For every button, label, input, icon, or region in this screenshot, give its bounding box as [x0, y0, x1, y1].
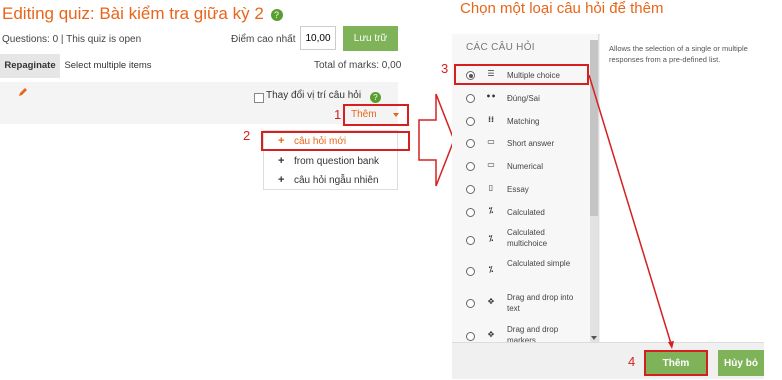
right-arrow-icon [418, 93, 455, 187]
input-box-icon: ▭ [487, 160, 495, 169]
step-number: 1 [334, 107, 342, 122]
menu-item-from-bank[interactable]: from question bank [294, 156, 379, 167]
calc-multi-icon: ⁒ [488, 234, 494, 243]
save-button[interactable]: Lưu trữ [343, 26, 398, 51]
question-type-label[interactable]: Numerical [507, 161, 577, 172]
plus-icon: + [278, 174, 285, 186]
question-type-label[interactable]: Short answer [507, 138, 577, 149]
calc-icon: ⁒ [488, 206, 494, 215]
question-type-label[interactable]: Drag and drop markers [507, 324, 577, 342]
radio-matching[interactable] [466, 117, 475, 126]
pencil-icon[interactable] [17, 86, 29, 98]
total-marks: Total of marks: 0,00 [314, 60, 402, 71]
quiz-status: Questions: 0 | This quiz is open [2, 34, 142, 45]
dots-icon: •• [485, 92, 497, 101]
calc-simple-icon: ⁒ [488, 265, 494, 274]
question-type-label[interactable]: Đúng/Sai [507, 93, 577, 104]
max-grade-input[interactable] [300, 26, 336, 50]
move-icon: ✥ [487, 330, 495, 339]
shuffle-checkbox[interactable] [254, 93, 264, 103]
step-number: 3 [441, 61, 449, 76]
description-panel [600, 34, 764, 342]
radio-dd-markers[interactable] [466, 332, 475, 341]
add-button[interactable]: Thêm [644, 350, 708, 376]
plus-icon: + [278, 155, 285, 167]
question-type-label[interactable]: Drag and drop into text [507, 292, 577, 314]
radio-numerical[interactable] [466, 162, 475, 171]
caret-down-icon [393, 113, 399, 117]
scrollbar-thumb[interactable] [590, 40, 598, 216]
radio-dd-text[interactable] [466, 299, 475, 308]
grid-icon: ⁞⁞ [487, 115, 495, 124]
question-type-label[interactable]: Calculated multichoice [507, 227, 577, 249]
radio-calculated-simple[interactable] [466, 267, 475, 276]
dash-icon: ▭ [487, 137, 495, 146]
shuffle-label: Thay đổi vị trí câu hỏi [266, 90, 362, 101]
question-type-label[interactable]: Matching [507, 116, 577, 127]
help-icon[interactable]: ? [370, 92, 381, 103]
select-multiple-button[interactable]: Select multiple items [60, 54, 156, 78]
page-icon: ▯ [488, 183, 494, 192]
max-grade-label: Điểm cao nhất [231, 34, 296, 45]
add-menu-button[interactable]: Thêm [351, 109, 377, 120]
new-question-highlight [261, 131, 410, 151]
question-type-label[interactable]: Calculated simple [507, 258, 577, 269]
radio-true-false[interactable] [466, 94, 475, 103]
scroll-down-icon[interactable] [591, 336, 597, 340]
move-icon: ✥ [487, 297, 495, 306]
description-text: Allows the selection of a single or mult… [609, 44, 748, 64]
list-heading: CÁC CÂU HỎI [466, 42, 535, 53]
menu-item-random-question[interactable]: câu hỏi ngẫu nhiên [294, 175, 379, 186]
dialog-title: Chọn một loại câu hỏi để thêm [460, 0, 664, 17]
step-number: 2 [243, 128, 251, 143]
question-type-label[interactable]: Calculated [507, 207, 577, 218]
radio-essay[interactable] [466, 185, 475, 194]
radio-calculated-multichoice[interactable] [466, 236, 475, 245]
radio-calculated[interactable] [466, 208, 475, 217]
radio-short-answer[interactable] [466, 139, 475, 148]
multiple-choice-highlight [454, 64, 589, 85]
help-icon[interactable]: ? [270, 8, 283, 21]
page-title: Editing quiz: Bài kiểm tra giữa kỳ 2 ? [2, 4, 283, 24]
question-type-label[interactable]: Essay [507, 184, 577, 195]
cancel-button[interactable]: Hủy bỏ [718, 350, 764, 376]
repaginate-button[interactable]: Repaginate [0, 54, 60, 78]
step-number: 4 [628, 354, 636, 369]
